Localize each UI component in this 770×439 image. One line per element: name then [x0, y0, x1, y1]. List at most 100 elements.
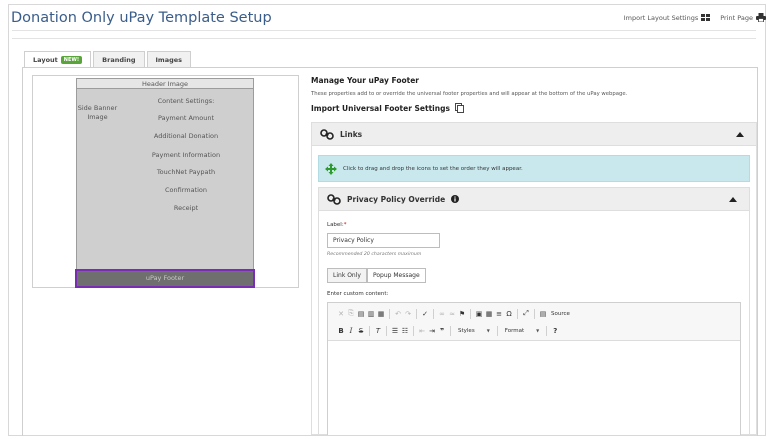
- bullet-list-icon[interactable]: ☷: [400, 325, 410, 336]
- tab-images-label: Images: [155, 55, 183, 64]
- redo-icon[interactable]: ↷: [403, 308, 413, 319]
- preview-item-confirmation[interactable]: Confirmation: [118, 186, 254, 194]
- toolbar-row-1: ✕ ⎘ ▤ ▥ ▦ ↶ ↷ ✓ ∞ ≈ ⚑ ▣ ▦ ≡ Ω ⤢ ▤ Source: [336, 308, 573, 319]
- strikethrough-icon[interactable]: S: [356, 325, 366, 336]
- chevron-down-icon: ▼: [486, 328, 490, 333]
- link-icon: [327, 193, 341, 205]
- toolbar-separator: [433, 308, 434, 319]
- paste-icon[interactable]: ▤: [356, 308, 366, 319]
- toolbar-separator: [546, 325, 548, 336]
- page-title: Donation Only uPay Template Setup: [11, 10, 272, 26]
- label-caption: Label:*: [327, 222, 346, 228]
- image-icon[interactable]: ▣: [474, 308, 484, 319]
- import-universal-footer-label: Import Universal Footer Settings: [311, 103, 450, 113]
- links-panel-header[interactable]: Links: [311, 122, 757, 146]
- cut-icon[interactable]: ✕: [336, 308, 346, 319]
- toolbar-separator: [416, 308, 417, 319]
- title-divider: [12, 30, 756, 31]
- toolbar-separator: [413, 325, 414, 336]
- special-char-icon[interactable]: Ω: [504, 308, 514, 319]
- new-badge: NEW!: [60, 56, 83, 64]
- chevron-down-icon: ▼: [536, 328, 540, 333]
- move-icon: [325, 162, 337, 175]
- label-hint: Recommended 20 characters maximum: [327, 252, 422, 257]
- preview-item-touchnet-paypath[interactable]: TouchNet Paypath: [118, 168, 254, 176]
- import-layout-settings-button[interactable]: Import Layout Settings: [624, 14, 711, 22]
- toolbar-separator: [534, 308, 535, 319]
- top-actions: Import Layout Settings Print Page: [624, 13, 766, 22]
- undo-icon[interactable]: ↶: [393, 308, 403, 319]
- help-icon[interactable]: ?: [550, 325, 560, 336]
- spellcheck-icon[interactable]: ✓: [420, 308, 430, 319]
- required-mark: *: [343, 222, 347, 228]
- custom-content-caption: Enter custom content:: [327, 291, 389, 297]
- info-icon[interactable]: [451, 195, 460, 203]
- collapse-links-icon[interactable]: [736, 132, 744, 137]
- privacy-panel-title: Privacy Policy Override: [347, 194, 446, 204]
- toolbar-separator: [517, 308, 518, 319]
- bold-icon[interactable]: B: [336, 325, 346, 336]
- unlink-icon[interactable]: ≈: [447, 308, 457, 319]
- numbered-list-icon[interactable]: ☰: [390, 325, 400, 336]
- toolbar-row-2: B I S T ☰ ☷ ⇤ ⇥ ❞ Styles ▼ Format ▼ ?: [336, 325, 560, 336]
- toolbar-separator: [369, 325, 370, 336]
- popup-message-button[interactable]: Popup Message: [366, 268, 426, 283]
- format-dropdown[interactable]: Format ▼: [501, 328, 543, 334]
- drag-info-text: Click to drag and drop the icons to set …: [343, 165, 523, 172]
- tab-layout[interactable]: Layout NEW!: [24, 51, 92, 68]
- grid-icon: [701, 14, 711, 21]
- tab-branding-label: Branding: [102, 55, 136, 64]
- preview-header-image[interactable]: Header Image: [76, 78, 254, 89]
- indent-icon[interactable]: ⇥: [427, 325, 437, 336]
- privacy-label-input[interactable]: Privacy Policy: [327, 233, 440, 248]
- toolbar-separator: [496, 325, 498, 336]
- format-label: Format: [504, 327, 525, 334]
- table-icon[interactable]: ▦: [484, 308, 494, 319]
- label-caption-text: Label:: [327, 222, 344, 228]
- blockquote-icon[interactable]: ❞: [437, 325, 447, 336]
- preview-content-settings[interactable]: Content Settings:: [118, 97, 254, 105]
- preview-side-banner[interactable]: Side Banner Image: [76, 89, 118, 269]
- import-universal-footer[interactable]: Import Universal Footer Settings: [311, 103, 464, 113]
- link-only-button[interactable]: Link Only: [327, 268, 367, 283]
- title-divider-2: [12, 38, 756, 39]
- link-insert-icon[interactable]: ∞: [437, 308, 447, 319]
- preview-item-receipt[interactable]: Receipt: [118, 204, 254, 212]
- italic-icon[interactable]: I: [346, 325, 356, 336]
- footer-heading: Manage Your uPay Footer: [311, 76, 419, 85]
- print-page-label: Print Page: [720, 13, 753, 22]
- toolbar-separator: [450, 325, 451, 336]
- preview-item-payment-amount[interactable]: Payment Amount: [118, 114, 254, 122]
- printer-icon: [756, 13, 766, 22]
- source-icon[interactable]: ▤: [538, 308, 548, 319]
- privacy-panel-header[interactable]: Privacy Policy Override: [318, 187, 750, 211]
- links-panel-title: Links: [340, 129, 363, 139]
- maximize-icon[interactable]: ⤢: [521, 308, 531, 319]
- preview-item-payment-information[interactable]: Payment Information: [118, 151, 254, 159]
- toolbar-separator: [386, 325, 387, 336]
- source-button[interactable]: Source: [548, 311, 573, 317]
- editor-content-area[interactable]: [328, 342, 740, 435]
- copy-icon[interactable]: [454, 103, 464, 113]
- preview-footer-selected[interactable]: uPay Footer: [75, 269, 255, 288]
- outdent-icon[interactable]: ⇤: [417, 325, 427, 336]
- drag-info-bar: Click to drag and drop the icons to set …: [318, 155, 750, 182]
- toolbar-separator: [470, 308, 471, 319]
- tab-branding[interactable]: Branding: [93, 51, 145, 67]
- styles-label: Styles: [458, 327, 475, 334]
- preview-item-additional-donation[interactable]: Additional Donation: [118, 132, 254, 140]
- copy-text-icon[interactable]: ⎘: [346, 308, 356, 319]
- paste-word-icon[interactable]: ▦: [376, 308, 386, 319]
- styles-dropdown[interactable]: Styles ▼: [454, 328, 494, 334]
- collapse-privacy-icon[interactable]: [729, 197, 737, 202]
- horizontal-line-icon[interactable]: ≡: [494, 308, 504, 319]
- remove-format-icon[interactable]: T: [373, 325, 383, 336]
- link-icon: [320, 128, 334, 140]
- tab-images[interactable]: Images: [146, 51, 192, 67]
- anchor-flag-icon[interactable]: ⚑: [457, 308, 467, 319]
- print-page-button[interactable]: Print Page: [720, 13, 766, 22]
- footer-description: These properties add to or override the …: [311, 91, 628, 97]
- tab-bar: Layout NEW! Branding Images: [24, 51, 193, 68]
- display-mode-toggle: Link Only Popup Message: [327, 268, 426, 283]
- paste-text-icon[interactable]: ▥: [366, 308, 376, 319]
